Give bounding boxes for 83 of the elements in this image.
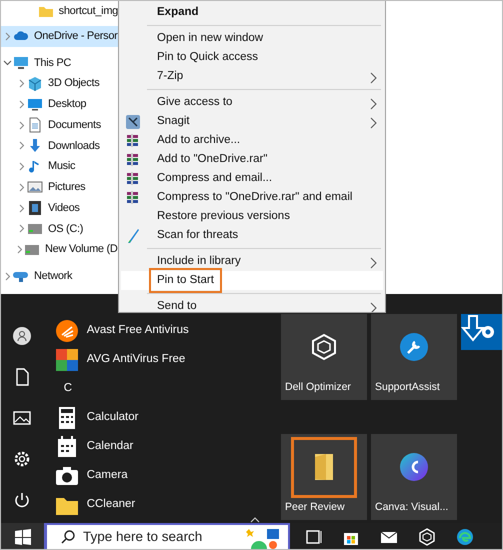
tree-item[interactable]: New Volume (D: xyxy=(1,239,118,260)
collapsed-chevron-icon[interactable] xyxy=(16,120,26,130)
menu-item[interactable]: Include in library xyxy=(157,252,241,270)
search-box[interactable]: Type here to search xyxy=(44,523,290,549)
app-list-item[interactable]: Camera xyxy=(86,466,128,484)
colored-squares-icon xyxy=(56,348,78,370)
menu-item[interactable]: 7-Zip xyxy=(157,68,184,86)
collapsed-chevron-icon[interactable] xyxy=(16,79,26,88)
cube-icon[interactable] xyxy=(418,528,436,546)
picture-icon xyxy=(27,179,43,196)
start-button[interactable] xyxy=(1,523,44,549)
menu-item[interactable]: Restore previous versions xyxy=(157,208,290,226)
document-icon xyxy=(27,117,43,134)
books-stack-icon xyxy=(125,170,141,186)
books-stack-icon xyxy=(125,190,141,206)
app-tile[interactable]: Dell Optimizer xyxy=(281,314,367,400)
camera-icon xyxy=(56,464,78,486)
menu-item[interactable]: Scan for threats xyxy=(157,226,238,244)
canva-logo-icon xyxy=(400,453,428,482)
search-icon xyxy=(61,530,75,544)
monitor-icon xyxy=(27,96,43,112)
books-stack-icon xyxy=(125,152,141,168)
calendar-icon xyxy=(56,436,78,458)
tree-item[interactable]: shortcut_img xyxy=(1,1,118,22)
app-list-item[interactable]: CCleaner xyxy=(86,496,136,514)
slash-stroke-icon xyxy=(125,228,141,244)
download-icon xyxy=(27,138,43,154)
tree-item[interactable]: Pictures xyxy=(1,177,118,198)
app-tile[interactable]: Peer Review xyxy=(281,434,367,520)
download-settings-tile[interactable] xyxy=(461,314,502,350)
tree-item[interactable]: OS (C:) xyxy=(1,218,118,240)
collapsed-chevron-icon[interactable] xyxy=(16,204,26,213)
app-list-item[interactable]: AVG AntiVirus Free xyxy=(86,350,186,368)
film-icon xyxy=(27,200,43,216)
app-list-item[interactable]: Calculator xyxy=(86,408,138,426)
section-letter[interactable]: C xyxy=(56,380,72,398)
browser-icon[interactable] xyxy=(456,528,474,546)
tree-item[interactable]: This PC xyxy=(1,52,118,74)
computer-icon xyxy=(13,54,29,71)
tree-item[interactable]: OneDrive - Persor xyxy=(1,26,118,46)
tree-item[interactable]: Downloads xyxy=(1,136,118,156)
collapsed-chevron-icon[interactable] xyxy=(15,245,24,254)
menu-item[interactable]: Give access to xyxy=(157,94,232,112)
collapse-chevron-icon[interactable] xyxy=(250,517,260,524)
menu-item[interactable]: Expand xyxy=(157,4,199,22)
collapsed-chevron-icon[interactable] xyxy=(16,100,26,109)
menu-item[interactable]: Add to archive... xyxy=(157,132,240,150)
app-list-item[interactable]: Avast Free Antivirus xyxy=(86,322,189,340)
wrench-icon xyxy=(400,333,428,362)
app-list-item[interactable]: Calendar xyxy=(86,438,134,456)
collapsed-chevron-icon[interactable] xyxy=(2,32,12,41)
shield-burst-icon xyxy=(56,320,78,342)
app-tile[interactable]: Canva: Visual... xyxy=(371,434,457,520)
cube-icon xyxy=(27,76,43,92)
tree-item[interactable]: 3D Objects xyxy=(1,73,118,94)
collapsed-chevron-icon[interactable] xyxy=(16,162,26,172)
menu-item[interactable]: Open in new window xyxy=(157,30,264,48)
expanded-chevron-icon[interactable] xyxy=(2,58,12,68)
task-view-icon[interactable] xyxy=(304,528,322,546)
tree-item[interactable]: Documents xyxy=(1,114,118,136)
tree-item[interactable]: Music xyxy=(1,156,118,177)
collapsed-chevron-icon[interactable] xyxy=(2,272,12,281)
windows-logo-icon xyxy=(14,529,30,545)
user-icon[interactable] xyxy=(12,327,31,345)
menu-item[interactable]: Compress and email... xyxy=(157,170,272,188)
menu-item[interactable]: Add to "OneDrive.rar" xyxy=(157,150,268,168)
tree-item[interactable]: Network xyxy=(1,266,118,287)
books-stack-icon xyxy=(125,132,141,148)
settings-icon[interactable] xyxy=(12,450,31,468)
menu-item[interactable]: Send to xyxy=(157,298,197,312)
tree-item[interactable]: Desktop xyxy=(1,94,118,115)
tree-item[interactable]: Videos xyxy=(1,198,118,218)
menu-item[interactable]: Pin to Quick access xyxy=(157,48,258,66)
picture-icon[interactable] xyxy=(12,409,31,427)
menu-item[interactable]: Compress to "OneDrive.rar" and email xyxy=(157,188,352,206)
snagit-icon xyxy=(125,114,141,130)
cube-icon xyxy=(310,333,338,362)
collapsed-chevron-icon[interactable] xyxy=(16,224,26,234)
app-tile[interactable]: SupportAssist xyxy=(371,314,457,400)
menu-item[interactable]: Snagit xyxy=(157,112,190,130)
collapsed-chevron-icon[interactable] xyxy=(16,182,26,192)
power-icon[interactable] xyxy=(12,491,31,509)
collapsed-chevron-icon[interactable] xyxy=(16,141,26,150)
